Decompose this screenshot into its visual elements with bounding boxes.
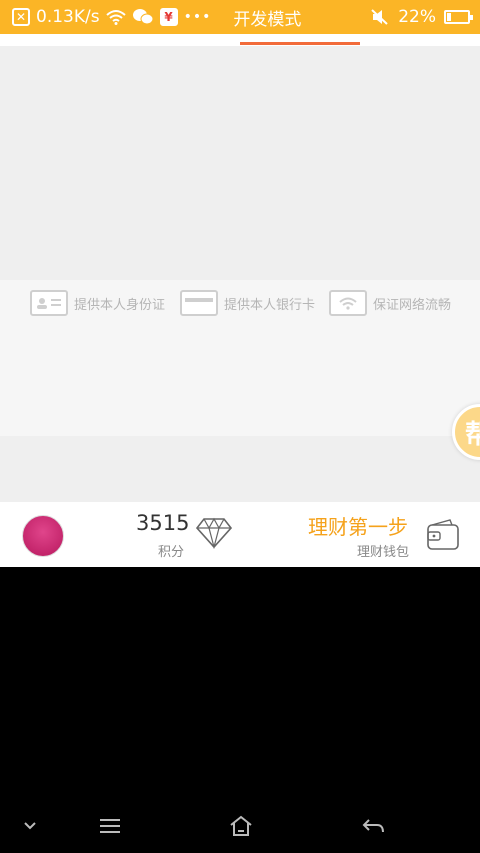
app-content: 提供本人身份证 提供本人银行卡 保证网络流畅 帮 3515 积分 理财第一步 理… bbox=[0, 34, 480, 567]
id-card-icon bbox=[30, 290, 68, 316]
wifi-icon bbox=[105, 10, 126, 25]
status-bar: ✕ 0.13K/s ¥ ••• 开发模式 22% bbox=[0, 0, 480, 34]
navigation-bar bbox=[0, 800, 480, 853]
developer-mode-label: 开发模式 bbox=[233, 9, 302, 30]
yuan-icon: ¥ bbox=[159, 8, 178, 26]
wallet-icon[interactable] bbox=[426, 519, 460, 551]
feature-network: 保证网络流畅 bbox=[329, 290, 451, 316]
net-speed: 0.13K/s bbox=[36, 7, 100, 27]
more-dots-icon: ••• bbox=[183, 9, 212, 25]
help-float-label: 帮 bbox=[465, 419, 480, 450]
wechat-icon bbox=[132, 9, 154, 25]
avatar[interactable] bbox=[22, 515, 64, 557]
feature-label: 保证网络流畅 bbox=[373, 297, 452, 313]
feature-label: 提供本人银行卡 bbox=[224, 297, 316, 313]
tab-indicator bbox=[240, 42, 360, 45]
requirements-strip: 提供本人身份证 提供本人银行卡 保证网络流畅 bbox=[0, 280, 480, 324]
feature-id-card: 提供本人身份证 bbox=[30, 290, 165, 316]
feature-label: 提供本人身份证 bbox=[74, 297, 166, 313]
close-box-icon: ✕ bbox=[12, 8, 30, 26]
wallet-subtitle: 理财钱包 bbox=[357, 545, 410, 560]
tab-bar[interactable] bbox=[0, 34, 480, 46]
points-label: 积分 bbox=[158, 545, 185, 560]
mute-icon bbox=[371, 9, 388, 25]
points-value[interactable]: 3515 bbox=[136, 511, 189, 535]
back-icon[interactable] bbox=[361, 814, 385, 838]
diamond-icon[interactable] bbox=[196, 517, 232, 549]
content-panel bbox=[0, 324, 480, 436]
wallet-title[interactable]: 理财第一步 bbox=[308, 511, 408, 540]
wifi-card-icon bbox=[329, 290, 367, 316]
chevron-down-icon[interactable] bbox=[22, 814, 38, 838]
bank-card-icon bbox=[180, 290, 218, 316]
banner-area[interactable] bbox=[0, 46, 480, 280]
battery-icon bbox=[444, 10, 473, 24]
battery-percent: 22% bbox=[398, 7, 436, 27]
menu-icon[interactable] bbox=[98, 814, 122, 838]
info-bar: 3515 积分 理财第一步 理财钱包 bbox=[0, 503, 480, 567]
lower-panel bbox=[0, 436, 480, 502]
home-icon[interactable] bbox=[229, 814, 253, 838]
feature-bank-card: 提供本人银行卡 bbox=[180, 290, 315, 316]
